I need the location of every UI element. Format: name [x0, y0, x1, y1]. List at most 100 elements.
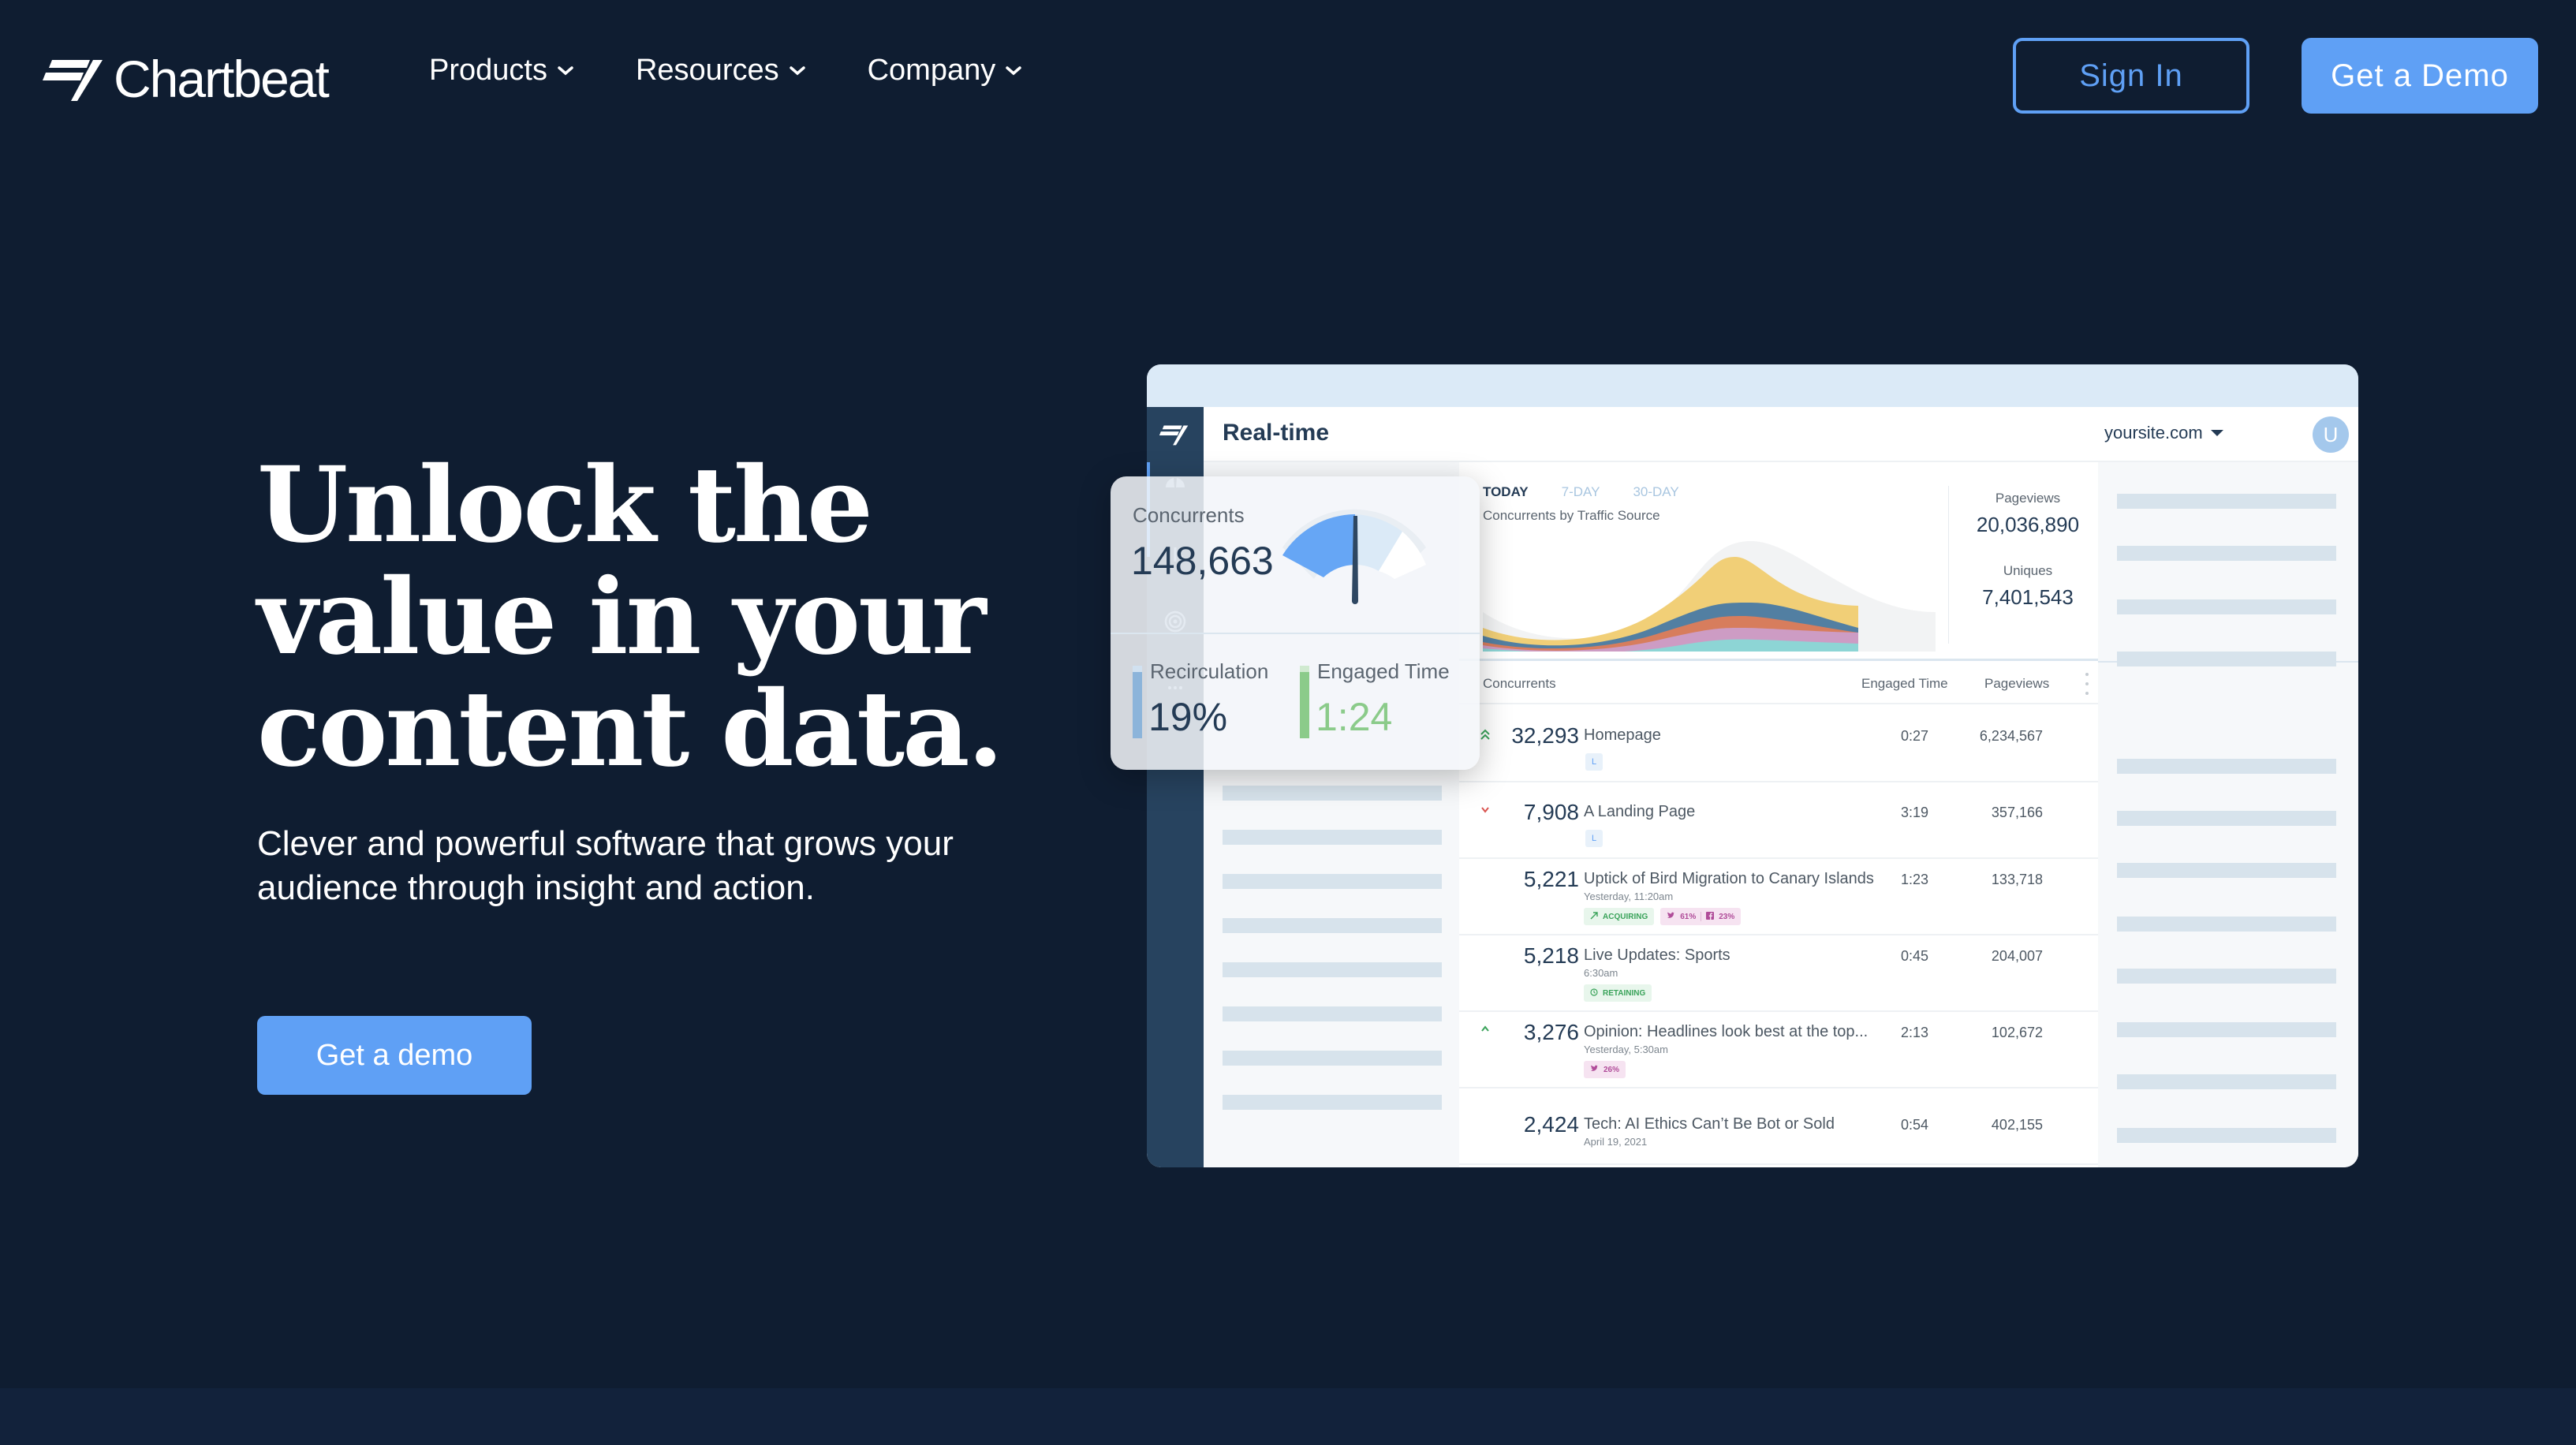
row-timestamp: 6:30am [1584, 967, 1618, 979]
nav-products-label: Products [429, 54, 547, 87]
row-concurrents: 32,293 [1511, 723, 1579, 748]
hero-title-line: content data. [257, 668, 1004, 790]
kebab-menu-icon[interactable] [2085, 673, 2089, 695]
tag-text: ACQUIRING [1603, 912, 1648, 921]
row-tags: RETAINING [1584, 984, 1652, 1002]
tag-61-pct: 61% 23% [1660, 908, 1742, 925]
table-row[interactable]: 2,424 Tech: AI Ethics Can’t Be Bot or Sol… [1459, 1088, 2098, 1165]
concurrents-label: Concurrents [1133, 503, 1245, 527]
row-engaged-time: 0:45 [1901, 948, 1929, 964]
row-pageviews: 402,155 [1991, 1117, 2043, 1133]
row-title[interactable]: Tech: AI Ethics Can’t Be Bot or Sold [1584, 1115, 1835, 1133]
row-concurrents: 5,221 [1523, 867, 1579, 891]
row-title[interactable]: A Landing Page [1584, 803, 1695, 821]
traffic-stream-chart [1483, 541, 1936, 652]
table-row[interactable]: 5,218 Live Updates: Sports 6:30am 0:45 204,0… [1459, 935, 2098, 1012]
tab-30-day[interactable]: 30-DAY [1633, 484, 1678, 500]
row-concurrents: 5,218 [1523, 943, 1579, 968]
placeholder-bar [1223, 1006, 1442, 1021]
placeholder-bar [1223, 874, 1442, 889]
chevron-down-icon [789, 65, 805, 75]
table-row[interactable]: 3,276 Opinion: Headlines look best at the… [1459, 1012, 2098, 1088]
chevron-down-icon [558, 65, 573, 75]
placeholder-bar [2117, 1128, 2336, 1143]
chartbeat-logo[interactable]: Chartbeat [39, 49, 330, 109]
placeholder-bar [1223, 1051, 1442, 1066]
hero-subtitle: Clever and powerful software that grows … [257, 824, 954, 907]
row-engaged-time: 1:23 [1901, 872, 1929, 887]
col-pageviews[interactable]: Pageviews [1984, 676, 2049, 692]
site-selector-label: yoursite.com [2104, 423, 2203, 442]
row-engaged-time: 3:19 [1901, 805, 1929, 820]
placeholder-bar [2117, 1022, 2336, 1037]
row-timestamp: April 19, 2021 [1584, 1136, 1648, 1148]
row-pageviews: 102,672 [1991, 1025, 2043, 1040]
uniques-value: 7,401,543 [1982, 585, 2074, 609]
placeholder-bar [2117, 1074, 2336, 1089]
placeholder-bar [1223, 918, 1442, 933]
col-concurrents[interactable]: Concurrents [1483, 676, 1556, 692]
row-timestamp: Yesterday, 5:30am [1584, 1044, 1668, 1055]
row-title[interactable]: Opinion: Headlines look best at the top.… [1584, 1023, 1868, 1041]
placeholder-bar [2117, 494, 2336, 509]
tag-text: 26% [1603, 1065, 1620, 1074]
row-tags: ACQUIRING 61% 23% [1584, 908, 1742, 925]
dashboard-window-bar [1147, 364, 2358, 407]
right-placeholder-panel [2098, 462, 2358, 1167]
tab-today[interactable]: TODAY [1483, 484, 1529, 500]
tag-26-pct: 26% [1584, 1061, 1626, 1078]
top-nav: Chartbeat Products Resources Company Sig… [0, 0, 2576, 150]
table-row[interactable]: 7,908 A Landing Page 3:19 357,166 L [1459, 782, 2098, 859]
get-demo-hero-button[interactable]: Get a demo [257, 1016, 532, 1095]
row-concurrents: 3,276 [1523, 1020, 1579, 1044]
trend-up-strong-icon [1480, 729, 1490, 740]
row-pageviews: 357,166 [1991, 805, 2043, 820]
pageviews-label: Pageviews [1995, 491, 2061, 506]
row-title[interactable]: Live Updates: Sports [1584, 947, 1730, 965]
facebook-icon [1706, 911, 1715, 922]
placeholder-bar [2117, 917, 2336, 932]
tab-7-day[interactable]: 7-DAY [1562, 484, 1600, 500]
tag-text: RETAINING [1603, 988, 1646, 998]
hero-title: Unlock the value in your content data. [257, 450, 1046, 786]
engaged-time-value: 1:24 [1316, 695, 1393, 739]
sign-in-button[interactable]: Sign In [2013, 38, 2249, 114]
get-demo-nav-button[interactable]: Get a Demo [2302, 38, 2538, 114]
row-title[interactable]: Uptick of Bird Migration to Canary Islan… [1584, 870, 1874, 888]
recirculation-bar [1133, 666, 1142, 738]
placeholder-bar [2117, 969, 2336, 984]
table-row[interactable]: 32,293 Homepage 0:27 6,234,567 L [1459, 706, 2098, 782]
main-panel: TODAY 7-DAY 30-DAY Concurrents by Traffi… [1459, 462, 2098, 1167]
row-concurrents: 7,908 [1523, 800, 1579, 824]
logo-wordmark: Chartbeat [114, 50, 330, 108]
placeholder-bar [2117, 546, 2336, 561]
concurrents-gauge [1282, 509, 1426, 604]
row-pageviews: 6,234,567 [1979, 728, 2043, 744]
recirculation-label: Recirculation [1150, 659, 1269, 683]
row-pageviews: 133,718 [1991, 872, 2043, 887]
table-row[interactable]: 5,221 Uptick of Bird Migration to Canary … [1459, 859, 2098, 935]
table-header: Concurrents Engaged Time Pageviews [1459, 663, 2098, 704]
site-selector[interactable]: yoursite.com [2104, 423, 2223, 443]
chartbeat-logo-icon[interactable] [1158, 423, 1193, 446]
nav-products[interactable]: Products [429, 54, 574, 88]
col-engaged-time[interactable]: Engaged Time [1861, 676, 1948, 692]
hero-title-line: Unlock the [257, 444, 873, 566]
row-tags: 26% [1584, 1061, 1626, 1078]
trend-up-icon [1590, 911, 1598, 922]
placeholder-bar [2117, 652, 2336, 666]
nav-company-label: Company [867, 54, 996, 87]
nav-resources-label: Resources [635, 54, 779, 87]
placeholder-bar [2117, 863, 2336, 878]
placeholder-bar [1223, 962, 1442, 977]
overlay-divider [1111, 633, 1480, 634]
row-concurrents: 2,424 [1523, 1112, 1579, 1137]
nav-company[interactable]: Company [868, 54, 1023, 88]
avatar[interactable]: U [2313, 416, 2349, 453]
nav-resources[interactable]: Resources [636, 54, 806, 88]
recirculation-value: 19% [1148, 695, 1228, 739]
row-title[interactable]: Homepage [1584, 726, 1661, 745]
row-engaged-time: 0:54 [1901, 1117, 1929, 1133]
row-timestamp: Yesterday, 11:20am [1584, 891, 1674, 902]
tag-retaining: RETAINING [1584, 984, 1652, 1002]
